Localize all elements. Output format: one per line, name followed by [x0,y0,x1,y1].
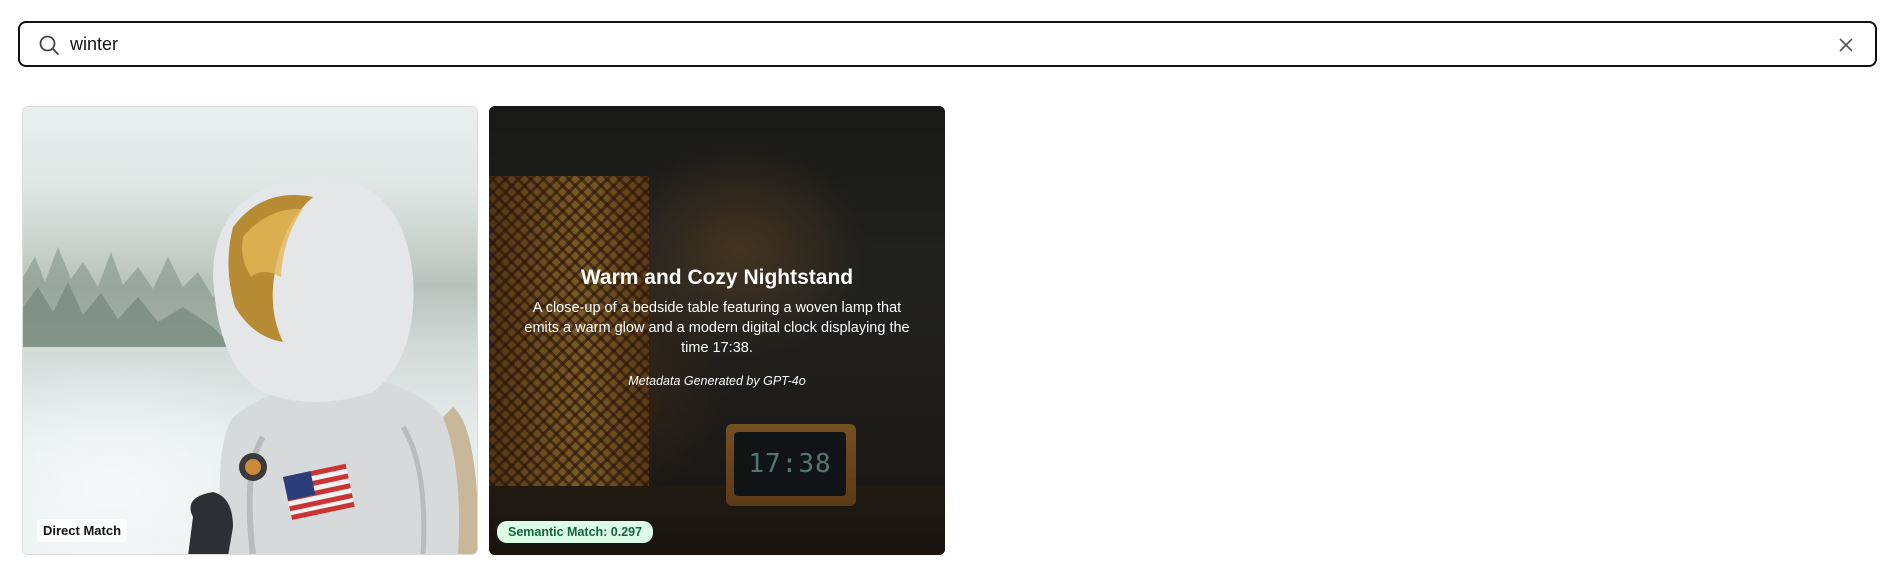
metadata-note: Metadata Generated by GPT-4o [628,374,806,388]
clear-search-button[interactable] [1835,34,1857,56]
result-image [23,107,477,554]
search-input[interactable] [70,29,1830,59]
result-title: Warm and Cozy Nightstand [580,266,854,289]
search-bar[interactable] [18,21,1877,67]
match-badge: Semantic Match: 0.297 [497,521,654,543]
result-card[interactable]: 17:38 Warm and Cozy Nightstand A close-u… [489,106,945,555]
match-badge: Direct Match [37,519,128,542]
close-icon [1839,38,1853,52]
search-icon [38,34,60,56]
result-description: A close-up of a bedside table featuring … [524,300,910,356]
result-card[interactable]: Direct Match [22,106,478,555]
